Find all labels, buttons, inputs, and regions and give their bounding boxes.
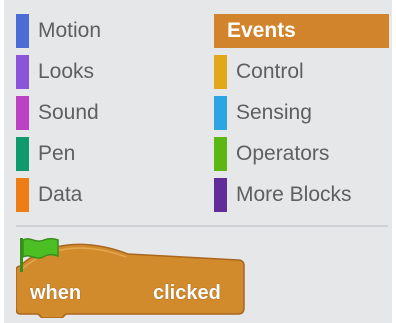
when-flag-clicked-block[interactable]: when clicked: [16, 236, 246, 318]
category-motion[interactable]: Motion: [16, 14, 194, 48]
palette-divider: [16, 225, 388, 227]
category-sensing[interactable]: Sensing: [214, 96, 389, 130]
category-label: Data: [38, 183, 83, 206]
sound-category-swatch: [16, 96, 29, 130]
category-label: Events: [227, 19, 296, 42]
data-category-swatch: [16, 178, 29, 212]
category-more-blocks[interactable]: More Blocks: [214, 178, 389, 212]
category-label: Sensing: [236, 101, 312, 124]
block-text-clicked: clicked: [153, 282, 221, 304]
category-label: Motion: [38, 19, 102, 42]
category-control[interactable]: Control: [214, 55, 389, 89]
category-looks[interactable]: Looks: [16, 55, 194, 89]
pen-category-swatch: [16, 137, 29, 171]
category-pen[interactable]: Pen: [16, 137, 194, 171]
category-label: Looks: [38, 60, 95, 83]
category-label: More Blocks: [236, 183, 352, 206]
category-label: Sound: [38, 101, 99, 124]
more-blocks-category-swatch: [214, 178, 227, 212]
category-sound[interactable]: Sound: [16, 96, 194, 130]
sensing-category-swatch: [214, 96, 227, 130]
motion-category-swatch: [16, 14, 29, 48]
green-flag-icon: [20, 237, 59, 272]
block-palette: Motion Looks Sound Pen Data Events Contr…: [4, 0, 392, 323]
category-events[interactable]: Events: [214, 14, 389, 48]
category-operators[interactable]: Operators: [214, 137, 389, 171]
looks-category-swatch: [16, 55, 29, 89]
block-text-when: when: [30, 282, 82, 304]
category-label: Operators: [236, 142, 330, 165]
category-data[interactable]: Data: [16, 178, 194, 212]
operators-category-swatch: [214, 137, 227, 171]
category-label: Control: [236, 60, 304, 83]
category-label: Pen: [38, 142, 76, 165]
control-category-swatch: [214, 55, 227, 89]
